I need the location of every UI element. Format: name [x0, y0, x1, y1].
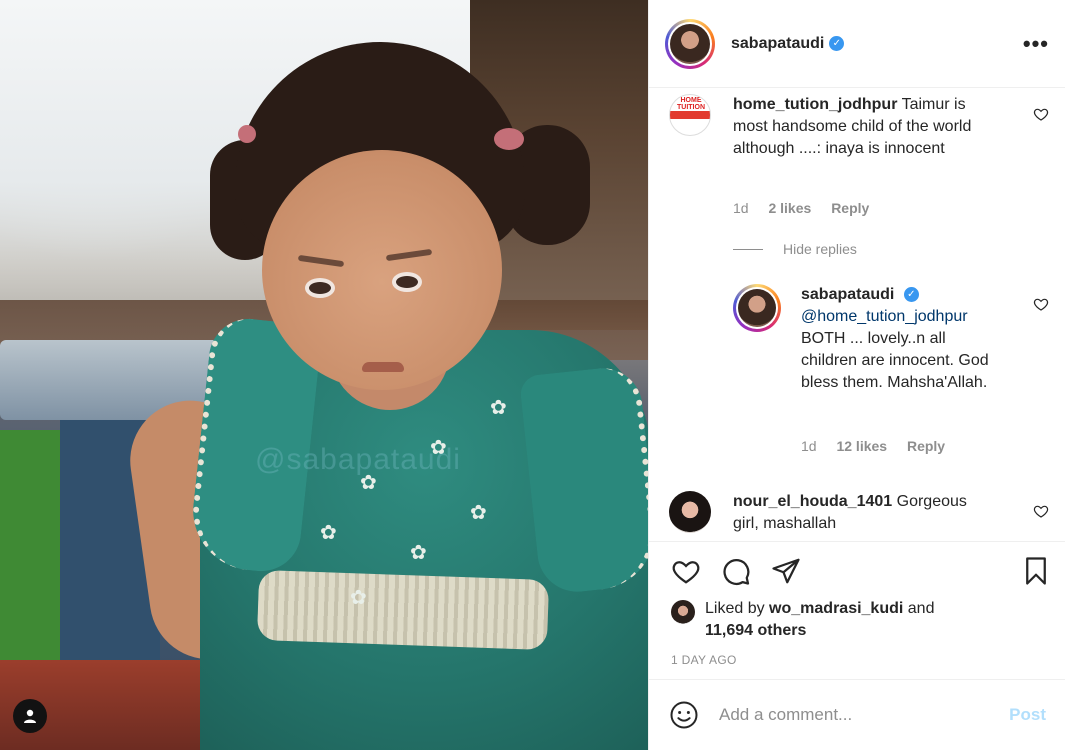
comment-bubble-icon[interactable]: [721, 556, 751, 586]
comment-meta: 1d 2 likes Reply: [733, 200, 885, 216]
comment-text: sabapataudi ✓ @home_tution_jodhpur BOTH …: [801, 284, 991, 394]
commenter-avatar[interactable]: [669, 491, 711, 533]
comment-likes[interactable]: 2 likes: [768, 200, 811, 216]
liked-by: Liked by wo_madrasi_kudi and 11,694 othe…: [671, 598, 934, 642]
author-username[interactable]: sabapataudi: [731, 35, 824, 53]
commenter-username[interactable]: home_tution_jodhpur: [733, 96, 897, 113]
post-header: sabapataudi ✓ •••: [649, 0, 1065, 88]
post-actions: Liked by wo_madrasi_kudi and 11,694 othe…: [649, 541, 1065, 679]
hide-replies-label: Hide replies: [783, 241, 857, 257]
post-comment-button[interactable]: Post: [1009, 705, 1046, 725]
reply-meta: 1d 12 likes Reply: [801, 438, 961, 454]
share-send-icon[interactable]: [771, 556, 801, 586]
reply-button[interactable]: Reply: [907, 438, 945, 454]
user-icon: [24, 709, 36, 723]
commenter-username[interactable]: nour_el_houda_1401: [733, 493, 892, 510]
add-comment-bar: Post: [649, 679, 1065, 750]
comment-text: home_tution_jodhpur Taimur is most hands…: [733, 94, 993, 160]
likes-others-count[interactable]: 11,694 others: [705, 622, 806, 639]
commenter-avatar[interactable]: [733, 284, 781, 332]
author-avatar[interactable]: [665, 18, 715, 69]
comment-likes[interactable]: 12 likes: [836, 438, 887, 454]
comment-text: nour_el_houda_1401 Gorgeous girl, mashal…: [733, 491, 983, 535]
like-comment-heart-icon[interactable]: [1033, 503, 1049, 519]
liker-username[interactable]: wo_madrasi_kudi: [769, 600, 903, 617]
like-comment-heart-icon[interactable]: [1033, 106, 1049, 122]
mention-link[interactable]: @home_tution_jodhpur: [801, 308, 968, 325]
more-options-icon[interactable]: •••: [1023, 31, 1049, 57]
post-photo[interactable]: ✿ ✿ ✿ ✿ ✿ ✿ ✿ @sabapataudi: [0, 0, 648, 750]
emoji-icon[interactable]: [669, 700, 699, 730]
post-side-panel: sabapataudi ✓ ••• HOME TUITION home_tuti…: [648, 0, 1065, 750]
verified-badge-icon: ✓: [903, 287, 919, 303]
post-timestamp[interactable]: 1 DAY AGO: [671, 653, 737, 667]
reply-button[interactable]: Reply: [831, 200, 869, 216]
photo-watermark: @sabapataudi: [255, 443, 461, 476]
tagged-users-button[interactable]: [13, 699, 47, 733]
commenter-username[interactable]: sabapataudi: [801, 286, 894, 303]
liked-by-prefix: Liked by: [705, 600, 765, 617]
verified-badge-icon: ✓: [829, 36, 845, 51]
save-bookmark-icon[interactable]: [1021, 556, 1051, 586]
comment-time: 1d: [801, 438, 817, 454]
like-comment-heart-icon[interactable]: [1033, 296, 1049, 312]
like-heart-icon[interactable]: [671, 556, 701, 586]
commenter-avatar[interactable]: HOME TUITION: [669, 94, 711, 136]
comment-input[interactable]: [719, 705, 989, 725]
liker-avatar[interactable]: [671, 600, 695, 624]
comment-time: 1d: [733, 200, 749, 216]
hide-replies-button[interactable]: Hide replies: [733, 241, 857, 257]
liked-by-conj: and: [907, 600, 935, 617]
comment-body: BOTH ... lovely..n all children are inno…: [801, 330, 989, 391]
comments-list[interactable]: HOME TUITION home_tution_jodhpur Taimur …: [649, 89, 1065, 540]
